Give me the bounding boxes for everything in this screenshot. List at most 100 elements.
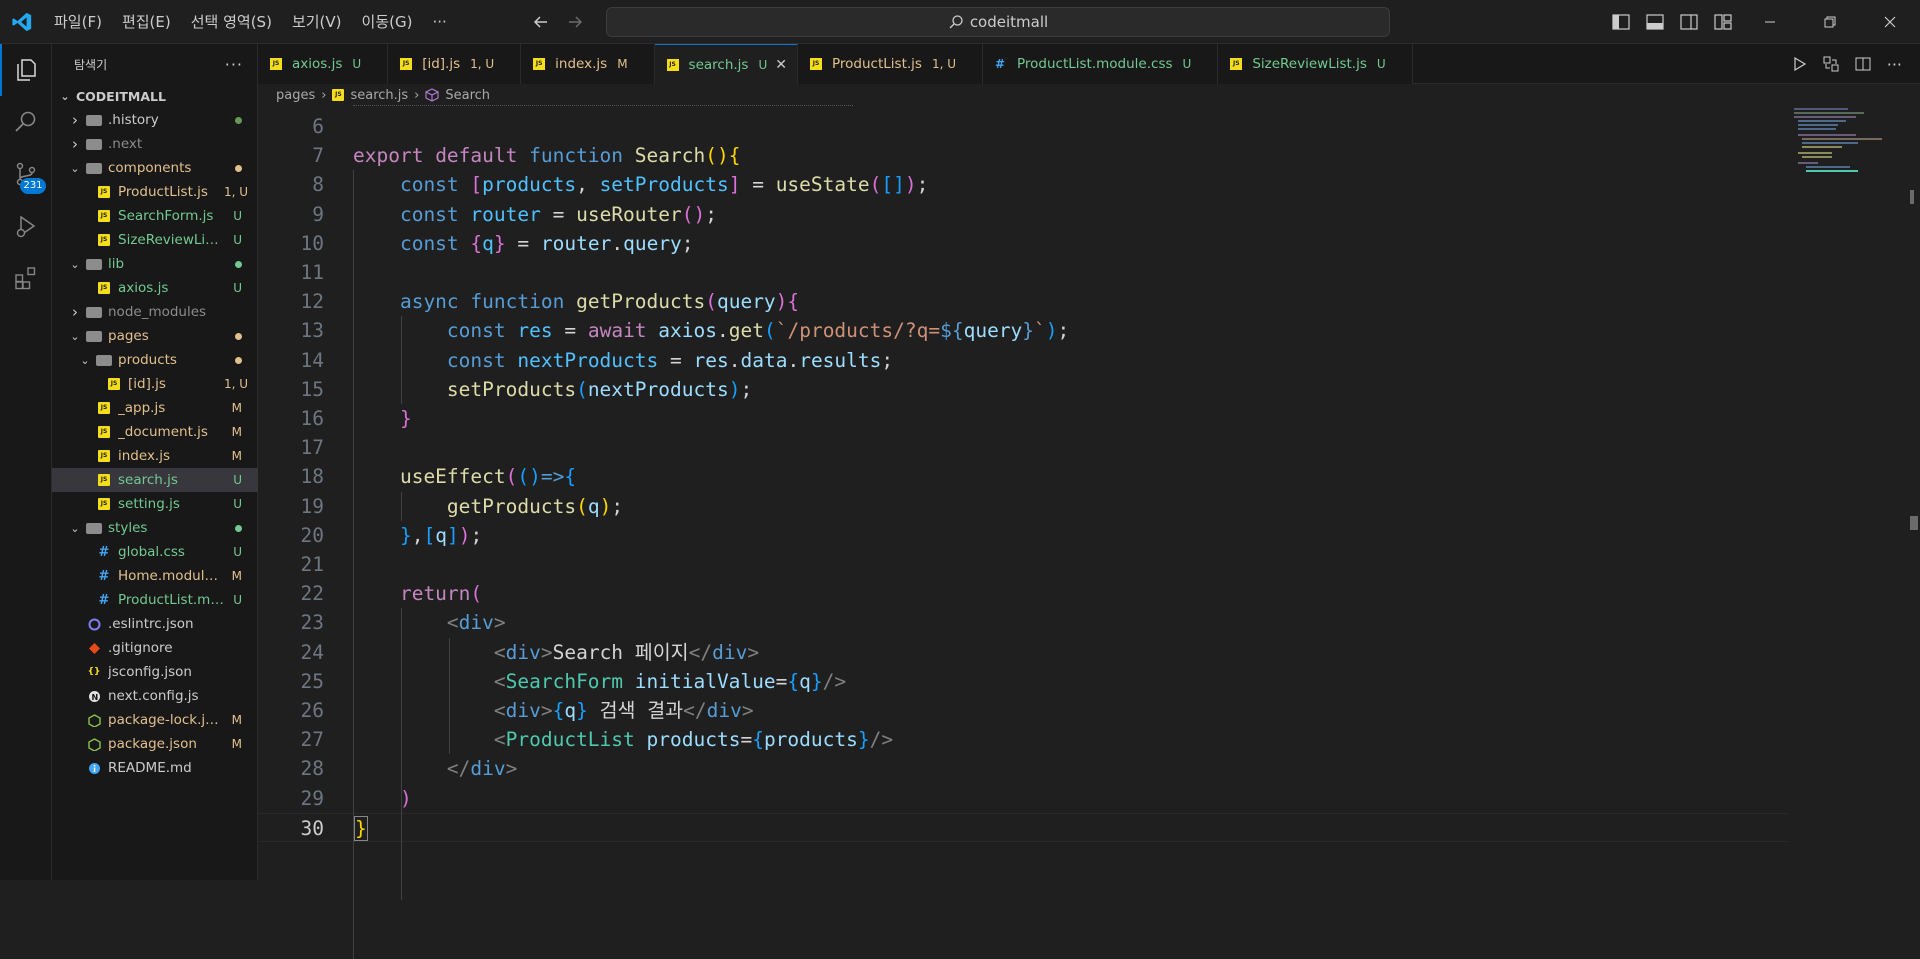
toggle-secondary-sidebar-icon[interactable] <box>1672 0 1706 44</box>
tree-item[interactable]: ⌄ components <box>52 156 258 180</box>
split-editor-icon[interactable] <box>1855 56 1871 72</box>
editor-more-actions-icon[interactable]: ··· <box>1887 55 1902 74</box>
js-file-icon: JS <box>96 233 112 247</box>
tree-item[interactable]: {} jsconfig.json <box>52 660 258 684</box>
line-number: 6 <box>312 115 324 138</box>
editor-tab[interactable]: JS SizeReviewList.js U <box>1218 44 1413 84</box>
menu-more[interactable]: ··· <box>422 0 456 44</box>
breadcrumb-folder[interactable]: pages <box>276 88 315 103</box>
tree-item[interactable]: › node_modules <box>52 300 258 324</box>
editor-scrollbar[interactable] <box>1906 106 1920 880</box>
tree-item[interactable]: ⌄ products <box>52 348 258 372</box>
code-editor[interactable]: 6 7 export default function Search(){8 con… <box>258 105 1788 959</box>
editor-tab[interactable]: JS search.js U ✕ <box>654 44 798 84</box>
tree-item[interactable]: # global.css U <box>52 540 258 564</box>
tree-item[interactable]: › .next <box>52 132 258 156</box>
editor-tab[interactable]: JS [id].js 1, U <box>388 44 522 84</box>
compare-changes-icon[interactable] <box>1823 56 1839 72</box>
code-text: <div> <box>353 611 506 635</box>
folder-icon <box>96 353 112 367</box>
code-line: 16 } <box>258 404 1788 433</box>
tree-item[interactable]: › .history <box>52 108 258 132</box>
tree-item[interactable]: .gitignore <box>52 636 258 660</box>
breadcrumb-symbol[interactable]: Search <box>445 88 490 103</box>
editor-tab[interactable]: # ProductList.module.css U <box>982 44 1219 84</box>
git-status-badge: M <box>231 425 242 439</box>
tree-item[interactable]: ⌄ styles <box>52 516 258 540</box>
tree-item[interactable]: # ProductList.mo... U <box>52 588 258 612</box>
js-file-icon: JS <box>96 473 112 487</box>
menu-edit[interactable]: 편집(E) <box>112 0 181 44</box>
menu-selection[interactable]: 선택 영역(S) <box>181 0 282 44</box>
tree-item[interactable]: JS setting.js U <box>52 492 258 516</box>
run-debug-icon[interactable] <box>0 200 52 252</box>
customize-layout-icon[interactable] <box>1706 0 1740 44</box>
tree-item[interactable]: JS _app.js M <box>52 396 258 420</box>
menu-go[interactable]: 이동(G) <box>352 0 423 44</box>
tree-item[interactable]: JS ProductList.js 1, U <box>52 180 258 204</box>
restore-button[interactable] <box>1800 0 1860 44</box>
line-number: 9 <box>312 202 324 226</box>
tree-item[interactable]: JS _document.js M <box>52 420 258 444</box>
back-arrow-icon[interactable] <box>532 13 550 31</box>
more-actions-icon[interactable]: ··· <box>225 55 243 74</box>
minimap[interactable] <box>1788 106 1920 880</box>
line-number: 14 <box>300 348 324 372</box>
code-text: const [products, setProducts] = useState… <box>353 173 929 197</box>
editor-tab[interactable]: JS axios.js U <box>258 44 389 84</box>
code-line: 17 <box>258 433 1788 462</box>
tree-item-label: .eslintrc.json <box>108 616 194 632</box>
command-center-search[interactable]: codeitmall <box>606 7 1390 37</box>
tree-item[interactable]: Nnext.config.js <box>52 684 258 708</box>
toggle-primary-sidebar-icon[interactable] <box>1604 0 1638 44</box>
nodejs-icon <box>86 713 102 727</box>
js-file-icon: JS <box>96 401 112 415</box>
line-number: 8 <box>312 173 324 197</box>
code-text: </div> <box>353 757 518 781</box>
tree-item[interactable]: package.json M <box>52 732 258 756</box>
css-file-icon: # <box>994 57 1006 71</box>
js-file-icon: JS <box>96 449 112 463</box>
tree-item-label: jsconfig.json <box>108 664 192 680</box>
run-icon[interactable] <box>1793 57 1807 71</box>
editor-tab[interactable]: JS ProductList.js 1, U <box>798 44 983 84</box>
tree-item[interactable]: ⌄ pages <box>52 324 258 348</box>
code-line: 9 const router = useRouter(); <box>258 200 1788 229</box>
tree-item[interactable]: README.md <box>52 756 258 780</box>
tree-item[interactable]: package-lock.js... M <box>52 708 258 732</box>
breadcrumb-file[interactable]: search.js <box>350 88 408 103</box>
tree-item[interactable]: JS [id].js 1, U <box>52 372 258 396</box>
tree-item[interactable]: ⌄ lib <box>52 252 258 276</box>
explorer-icon[interactable] <box>0 44 52 96</box>
toggle-panel-icon[interactable] <box>1638 0 1672 44</box>
forward-arrow-icon[interactable] <box>566 13 584 31</box>
menu-view[interactable]: 보기(V) <box>282 0 352 44</box>
js-file-icon: JS <box>96 281 112 295</box>
tree-item[interactable]: .eslintrc.json <box>52 612 258 636</box>
close-window-button[interactable] <box>1860 0 1920 44</box>
menu-file[interactable]: 파일(F) <box>44 0 112 44</box>
search-view-icon[interactable] <box>0 96 52 148</box>
tree-item-label: global.css <box>118 544 185 560</box>
tree-item-label: next.config.js <box>108 688 199 704</box>
close-icon[interactable]: ✕ <box>775 57 787 73</box>
tree-item[interactable]: JS search.js U <box>52 468 258 492</box>
tree-item[interactable]: JS SizeReviewList.js U <box>52 228 258 252</box>
git-status-badge: M <box>231 737 242 751</box>
editor-tab[interactable]: JS index.js M <box>521 44 655 84</box>
code-line: 6 <box>258 112 1788 141</box>
git-status-badge: U <box>233 593 242 607</box>
tab-label: search.js <box>688 56 749 73</box>
tree-item-label: search.js <box>118 472 178 488</box>
project-root[interactable]: ⌄ CODEITMALL <box>52 84 258 108</box>
extensions-icon[interactable] <box>0 252 52 304</box>
chevron-right-icon: › <box>72 303 78 321</box>
tree-item[interactable]: JS SearchForm.js U <box>52 204 258 228</box>
source-control-icon[interactable]: 231 <box>0 148 52 200</box>
tree-item[interactable]: # Home.module.... M <box>52 564 258 588</box>
git-status-badge: U <box>233 545 242 559</box>
tree-item[interactable]: JS index.js M <box>52 444 258 468</box>
scrollbar-marker-bottom <box>1910 516 1918 530</box>
minimize-button[interactable] <box>1740 0 1800 44</box>
tree-item[interactable]: JS axios.js U <box>52 276 258 300</box>
